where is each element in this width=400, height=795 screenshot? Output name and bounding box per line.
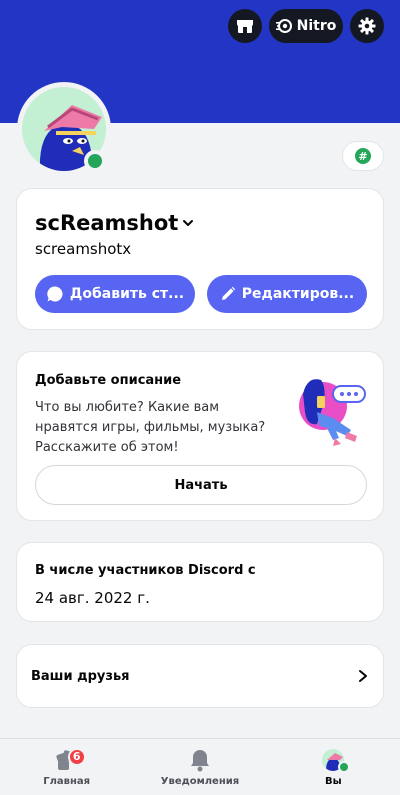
hash-badge-icon: # <box>355 148 371 164</box>
nitro-button[interactable]: Nitro <box>269 9 343 43</box>
nav-home-label: Главная <box>43 775 91 787</box>
settings-button[interactable] <box>350 9 384 43</box>
description-title: Добавьте описание <box>35 373 182 388</box>
start-button[interactable]: Начать <box>35 465 367 505</box>
display-name-row[interactable]: scReamshot <box>35 211 194 235</box>
add-status-button[interactable]: Добавить ст... <box>35 275 195 313</box>
pencil-icon <box>221 286 235 300</box>
member-since-title: В числе участников Discord с <box>35 563 256 578</box>
friends-row[interactable]: Ваши друзья <box>16 644 384 708</box>
nav-notifications-label: Уведомления <box>160 775 240 787</box>
chevron-down-icon <box>183 220 194 226</box>
profile-card: scReamshot screamshotx Добавить ст... Ре… <box>16 188 384 330</box>
speech-bubble-icon <box>47 286 63 302</box>
nitro-icon <box>275 19 292 33</box>
display-name: scReamshot <box>35 211 179 235</box>
you-status-indicator <box>338 760 351 773</box>
description-body: Что вы любите? Какие вам нравятся игры, … <box>35 400 266 455</box>
gear-icon <box>358 17 376 35</box>
nav-notifications[interactable]: Уведомления <box>133 739 266 795</box>
home-notification-badge: 6 <box>67 747 86 766</box>
friends-label: Ваши друзья <box>31 668 130 684</box>
member-since-date: 24 авг. 2022 г. <box>35 589 150 607</box>
chevron-right-icon <box>359 670 367 682</box>
badge-pill[interactable]: # <box>342 141 384 171</box>
bell-icon <box>187 748 213 772</box>
add-status-label: Добавить ст... <box>69 286 185 302</box>
nav-you-label: Вы <box>324 775 342 787</box>
description-card: Добавьте описание Что вы любите? Какие в… <box>16 351 384 521</box>
you-avatar-icon <box>320 748 351 773</box>
online-status-indicator <box>84 150 106 172</box>
member-since-card: В числе участников Discord с 24 авг. 202… <box>16 542 384 622</box>
nav-home[interactable]: 6 Главная <box>0 739 133 795</box>
bottom-navigation: 6 Главная Уведомления Вы <box>0 738 400 795</box>
username: screamshotx <box>35 240 132 258</box>
home-icon: 6 <box>54 747 86 772</box>
shop-icon <box>237 20 253 33</box>
nitro-label: Nitro <box>296 18 337 34</box>
chatting-person-illustration <box>299 379 366 446</box>
shop-button[interactable] <box>228 9 262 43</box>
edit-profile-label: Редактиров... <box>241 286 355 302</box>
nav-you[interactable]: Вы <box>267 739 400 795</box>
edit-profile-button[interactable]: Редактиров... <box>207 275 367 313</box>
